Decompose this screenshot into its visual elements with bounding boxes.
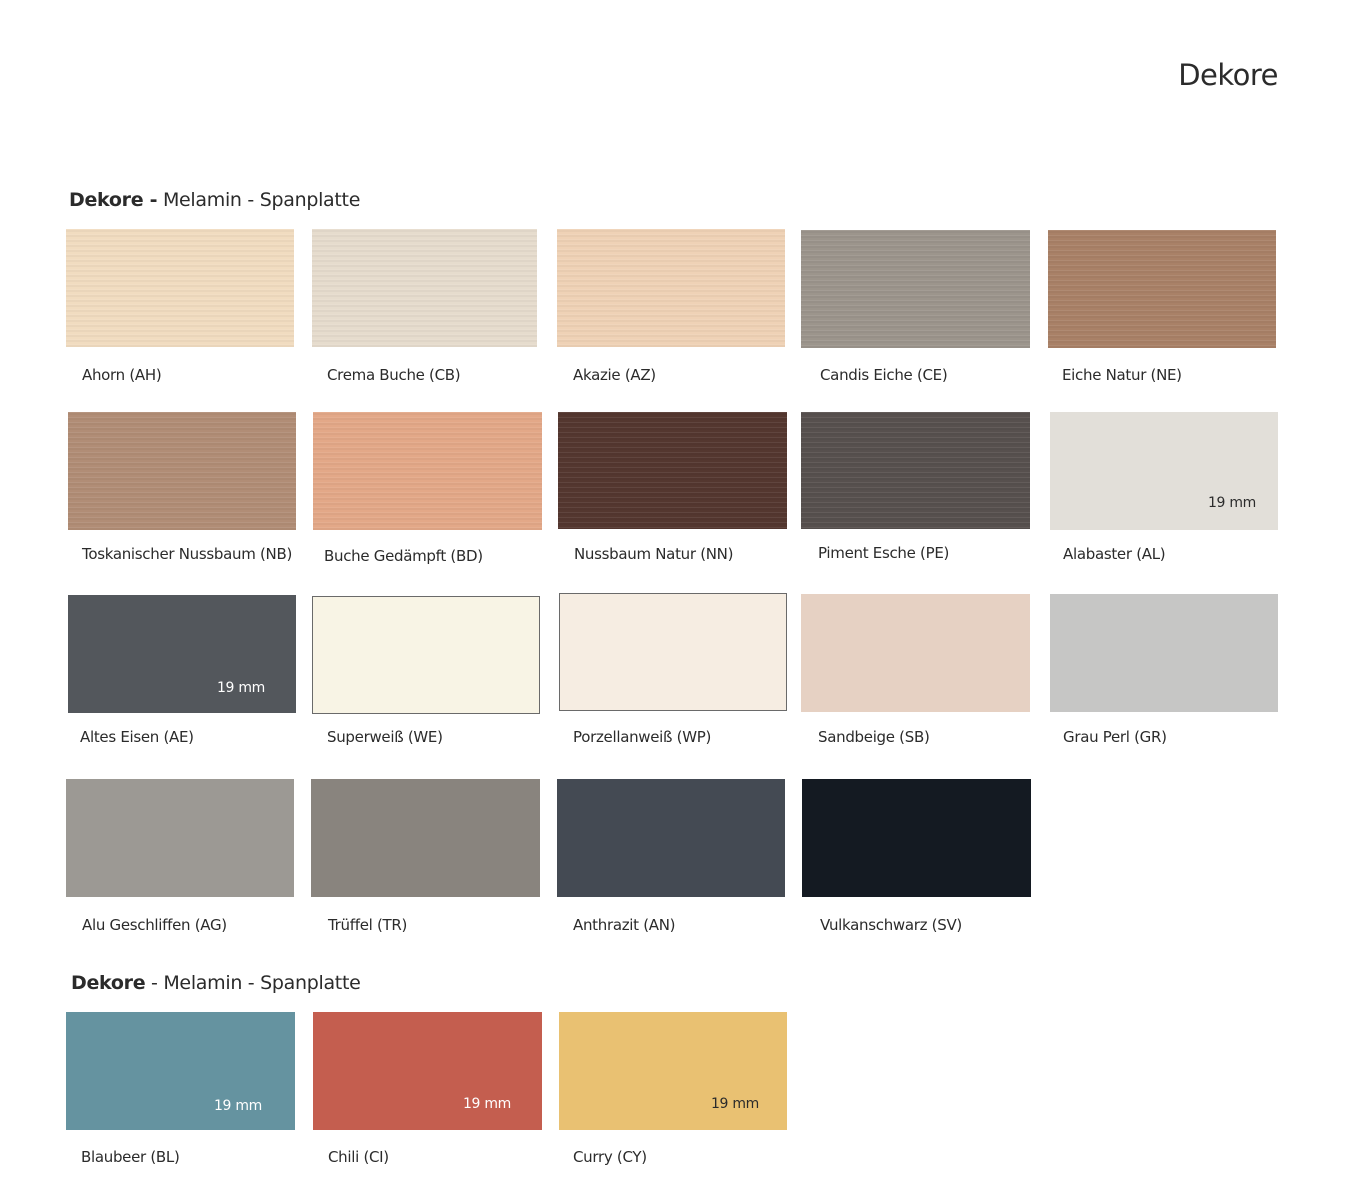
swatch-label-anthrazit: Anthrazit (AN) (573, 916, 676, 934)
section-heading-1-bold: Dekore - (69, 189, 158, 211)
swatch-candis-eiche (801, 230, 1030, 348)
swatch-label-nussbaum-natur: Nussbaum Natur (NN) (574, 545, 734, 563)
swatch-label-buche-gedaempft: Buche Gedämpft (BD) (324, 547, 483, 565)
section-heading-1-rest: Melamin - Spanplatte (157, 189, 361, 211)
swatch-sandbeige (801, 594, 1030, 712)
swatch-blaubeer: 19 mm (66, 1012, 295, 1130)
swatch-curry: 19 mm (559, 1012, 787, 1130)
swatch-anthrazit (557, 779, 785, 897)
thickness-label-altes-eisen: 19 mm (216, 680, 265, 696)
swatch-buche-gedaempft (313, 412, 542, 530)
swatch-label-altes-eisen: Altes Eisen (AE) (80, 728, 194, 746)
swatch-chili: 19 mm (313, 1012, 542, 1130)
swatch-piment-esche (801, 412, 1030, 529)
swatch-akazie (557, 229, 785, 347)
swatch-superweiss (312, 596, 540, 714)
swatch-label-crema-buche: Crema Buche (CB) (327, 366, 461, 384)
section-heading-2-bold: Dekore (71, 972, 146, 994)
swatch-label-grau-perl: Grau Perl (GR) (1063, 728, 1167, 746)
thickness-label-chili: 19 mm (462, 1096, 511, 1112)
thickness-label-blaubeer: 19 mm (213, 1098, 262, 1114)
swatch-label-candis-eiche: Candis Eiche (CE) (820, 366, 948, 384)
swatch-crema-buche (312, 229, 537, 347)
swatch-label-alabaster: Alabaster (AL) (1063, 545, 1166, 563)
swatch-label-piment-esche: Piment Esche (PE) (818, 544, 950, 562)
page-title: Dekore (1178, 58, 1278, 92)
swatch-label-alu-geschliffen: Alu Geschliffen (AG) (82, 916, 227, 934)
swatch-altes-eisen: 19 mm (68, 595, 296, 713)
swatch-label-eiche-natur: Eiche Natur (NE) (1062, 366, 1182, 384)
swatch-label-chili: Chili (CI) (328, 1148, 389, 1166)
swatch-grau-perl (1050, 594, 1278, 712)
thickness-label-curry: 19 mm (710, 1096, 759, 1112)
swatch-alu-geschliffen (66, 779, 294, 897)
swatch-label-toskanischer-nussbaum: Toskanischer Nussbaum (NB) (82, 545, 293, 563)
swatch-label-akazie: Akazie (AZ) (573, 366, 656, 384)
swatch-label-vulkanschwarz: Vulkanschwarz (SV) (820, 916, 962, 934)
section-heading-1: Dekore - Melamin - Spanplatte (69, 189, 360, 211)
swatch-trueffel (311, 779, 540, 897)
swatch-label-sandbeige: Sandbeige (SB) (818, 728, 930, 746)
swatch-label-ahorn: Ahorn (AH) (82, 366, 162, 384)
swatch-vulkanschwarz (802, 779, 1031, 897)
swatch-porzellanweiss (559, 593, 787, 711)
section-heading-2: Dekore - Melamin - Spanplatte (71, 972, 361, 994)
swatch-nussbaum-natur (558, 412, 787, 529)
swatch-label-trueffel: Trüffel (TR) (328, 916, 408, 934)
swatch-label-blaubeer: Blaubeer (BL) (81, 1148, 180, 1166)
swatch-toskanischer-nussbaum (68, 412, 296, 530)
thickness-label-alabaster: 19 mm (1207, 495, 1256, 511)
swatch-alabaster: 19 mm (1050, 412, 1278, 530)
swatch-label-superweiss: Superweiß (WE) (327, 728, 443, 746)
swatch-eiche-natur (1048, 230, 1276, 348)
section-heading-2-rest: - Melamin - Spanplatte (145, 972, 361, 994)
swatch-ahorn (66, 229, 294, 347)
swatch-label-porzellanweiss: Porzellanweiß (WP) (573, 728, 712, 746)
swatch-label-curry: Curry (CY) (573, 1148, 647, 1166)
